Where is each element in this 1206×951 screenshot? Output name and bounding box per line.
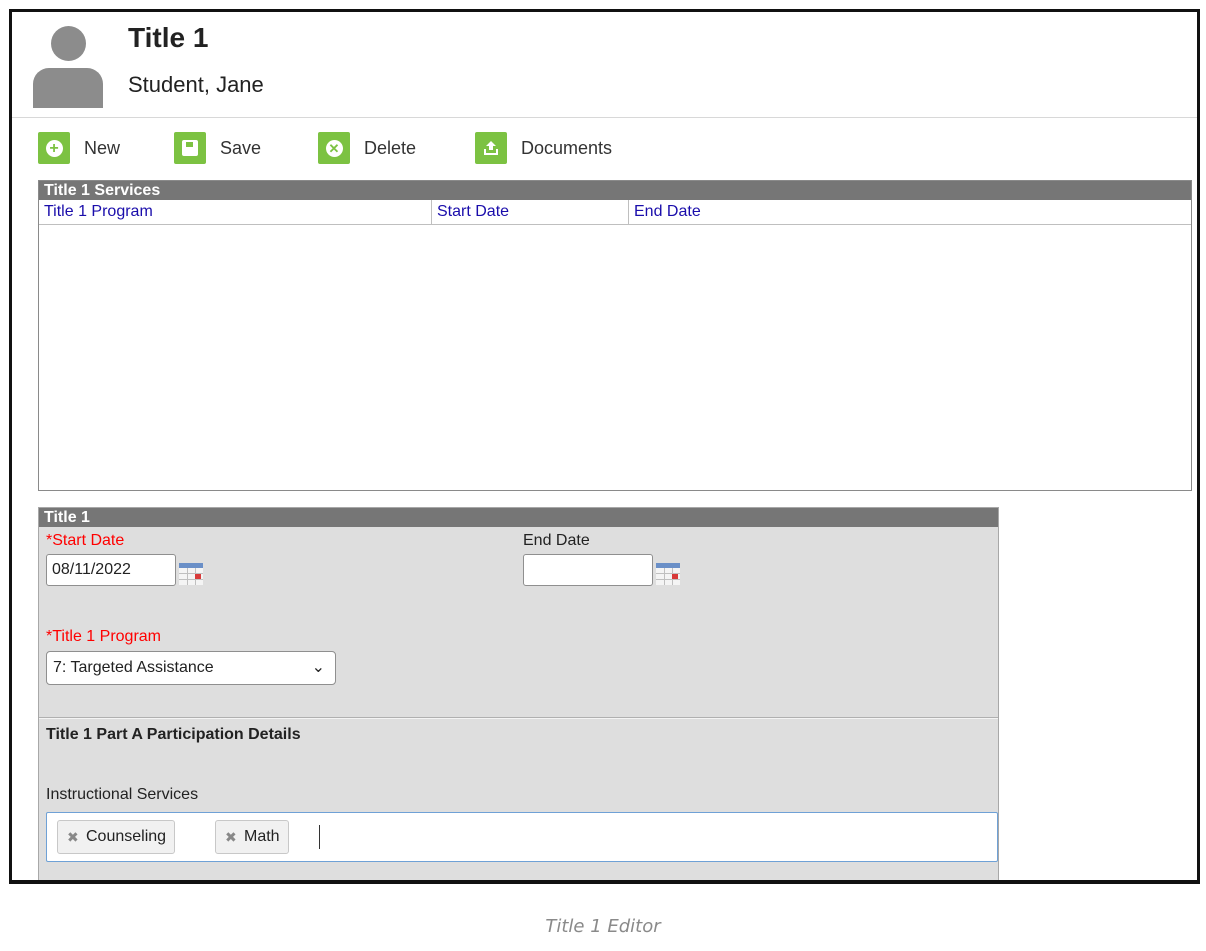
floppy-disk-icon	[174, 132, 206, 164]
new-button-label: New	[84, 137, 121, 158]
new-button[interactable]: + New	[38, 128, 120, 168]
start-date-label: *Start Date	[46, 532, 125, 549]
text-cursor	[319, 825, 320, 849]
editor-section-header: Title 1	[39, 508, 998, 527]
title1-editor: Title 1 *Start Date End Date *Title 1 Pr…	[38, 507, 999, 880]
remove-tag-icon[interactable]: ✖	[67, 821, 79, 853]
column-header-start-date[interactable]: Start Date	[432, 200, 629, 224]
page-title: Title 1	[128, 22, 209, 53]
chevron-down-icon: ⌄	[311, 659, 325, 676]
app-window: Title 1 Student, Jane + New Save ✕ Delet…	[9, 9, 1200, 884]
instructional-services-input[interactable]: ✖ Counseling ✖ Math	[46, 812, 998, 862]
close-circle-icon: ✕	[318, 132, 350, 164]
program-label: *Title 1 Program	[46, 628, 161, 645]
services-table-header: Title 1 Program Start Date End Date	[39, 200, 1191, 225]
title1-services-table: Title 1 Services Title 1 Program Start D…	[38, 180, 1192, 491]
page-header: Title 1 Student, Jane	[12, 12, 1197, 118]
avatar	[32, 22, 104, 110]
end-date-field[interactable]	[523, 554, 653, 586]
save-button-label: Save	[220, 137, 262, 158]
calendar-icon[interactable]	[656, 563, 680, 585]
tag-counseling: ✖ Counseling	[57, 820, 176, 854]
plus-icon: +	[38, 132, 70, 164]
tag-math: ✖ Math	[215, 820, 289, 854]
section-divider	[39, 717, 998, 719]
tag-label: Counseling	[86, 828, 167, 845]
program-select-value: 7: Targeted Assistance	[53, 659, 214, 676]
figure-caption: Title 1 Editor	[545, 916, 661, 937]
part-a-section-title: Title 1 Part A Participation Details	[46, 726, 301, 743]
documents-button[interactable]: Documents	[475, 128, 612, 168]
save-button[interactable]: Save	[174, 128, 261, 168]
delete-button-label: Delete	[364, 137, 417, 158]
upload-icon	[475, 132, 507, 164]
column-header-end-date[interactable]: End Date	[629, 200, 829, 224]
documents-button-label: Documents	[521, 137, 613, 158]
start-date-field[interactable]	[46, 554, 176, 586]
delete-button[interactable]: ✕ Delete	[318, 128, 416, 168]
services-section-header: Title 1 Services	[39, 181, 1191, 200]
student-name: Student, Jane	[128, 72, 264, 97]
column-header-program[interactable]: Title 1 Program	[39, 200, 432, 224]
end-date-label: End Date	[523, 532, 590, 549]
calendar-icon[interactable]	[179, 563, 203, 585]
program-select[interactable]: 7: Targeted Assistance ⌄	[46, 651, 336, 685]
remove-tag-icon[interactable]: ✖	[225, 821, 237, 853]
tag-label: Math	[244, 828, 280, 845]
instructional-services-label: Instructional Services	[46, 786, 199, 803]
